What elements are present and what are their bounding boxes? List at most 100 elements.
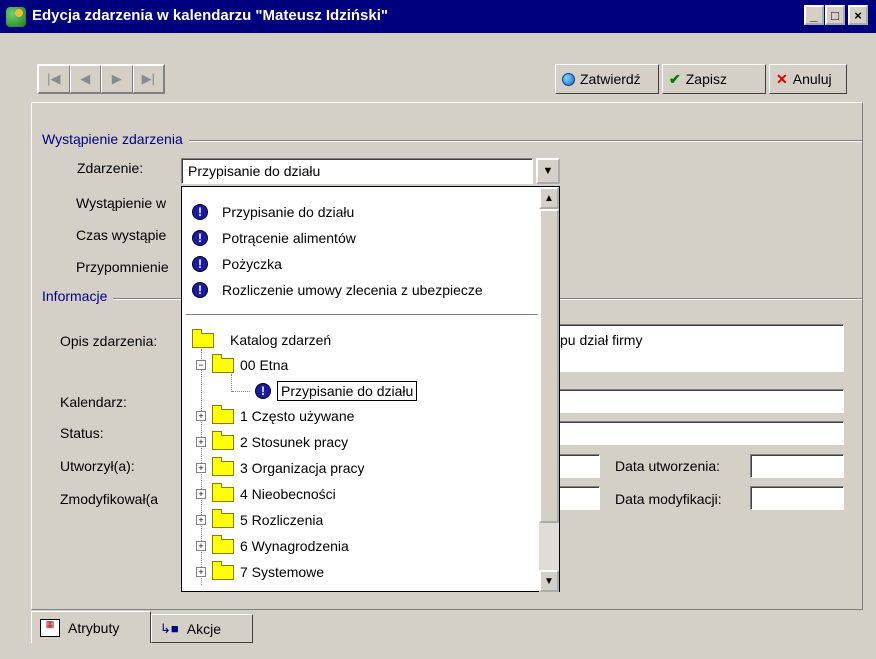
confirm-label: Zatwierdź [580,71,641,87]
list-item-label: Rozliczenie umowy zlecenia z ubezpiecze [222,282,483,298]
folder-open-icon [192,328,214,348]
tree-item-folder[interactable]: + 6 Wynagrodzenia [196,534,349,558]
modified-by-label: Zmodyfikował(a [60,491,159,507]
scroll-thumb[interactable] [539,209,559,523]
tree-item-folder[interactable]: + 1 Często używane [196,404,354,428]
tree-item-label: 5 Rozliczenia [240,512,324,528]
event-combo[interactable]: Przypisanie do działu [181,158,533,184]
tree-item-folder[interactable]: + 5 Rozliczenia [196,508,323,532]
list-item-label: Przypisanie do działu [222,204,355,220]
tab-attributes[interactable]: ▦ Atrybuty [31,611,151,643]
arrow-up-icon: ▲ [544,192,554,204]
close-button[interactable]: × [848,5,868,25]
event-icon: ! [255,383,271,399]
chevron-down-icon: ▼ [542,165,554,177]
tree-item-label: 3 Organizacja pracy [240,460,365,476]
tree-item-folder[interactable]: + 7 Systemowe [196,560,324,584]
actions-icon: ↳■ [160,620,179,636]
maximize-button[interactable]: □ [825,5,845,25]
expand-icon[interactable]: + [196,515,206,525]
tree-item-folder[interactable]: + 2 Stosunek pracy [196,430,348,454]
tree-item-label: 7 Systemowe [240,564,325,580]
tree-item-folder[interactable]: + 4 Nieobecności [196,482,336,506]
tree-item-label: 4 Nieobecności [240,486,336,502]
event-dropdown-list: ! Przypisanie do działu ! Potrącenie ali… [181,186,540,592]
list-item[interactable]: ! Pożyczka [192,253,282,275]
expand-icon[interactable]: + [196,411,206,421]
tree-item-label: Katalog zdarzeń [230,332,332,348]
arrow-down-icon: ▼ [544,575,554,587]
tree-item-label: 00 Etna [240,357,289,373]
expand-icon[interactable]: + [196,541,206,551]
cancel-button[interactable]: ✕ Anuluj [769,64,847,94]
status-field[interactable] [540,421,844,445]
previous-record-button[interactable]: ◀ [69,65,101,93]
save-button[interactable]: ✔ Zapisz [662,64,766,94]
confirm-button[interactable]: Zatwierdź [555,64,659,94]
scroll-down-button[interactable]: ▼ [539,570,559,592]
tree-item-catalog[interactable]: Katalog zdarzeń [192,328,331,352]
description-label: Opis zdarzenia: [60,333,158,349]
tree-connector [232,391,250,392]
cancel-label: Anuluj [792,71,832,87]
expand-icon[interactable]: + [196,489,206,499]
folder-icon [212,508,234,528]
checkmark-icon: ✔ [669,70,681,87]
list-separator [186,314,538,315]
tree-item-selected[interactable]: ! Przypisanie do działu [255,379,418,403]
expand-icon[interactable]: + [196,463,206,473]
event-label: Zdarzenie: [77,160,144,176]
info-section-title: Informacje [42,288,114,304]
window-title: Edycja zdarzenia w kalendarzu "Mateusz I… [32,7,389,24]
tree-item-label: 1 Często używane [240,408,355,424]
next-record-button[interactable]: ▶ [101,65,133,93]
created-date-field[interactable] [750,454,844,478]
event-icon: ! [192,204,208,220]
last-record-button[interactable]: ▶| [132,65,164,93]
list-item-label: Potrącenie alimentów [222,230,356,246]
folder-icon [212,534,234,554]
tab-actions[interactable]: ↳■ Akcje [151,614,253,643]
title-bar[interactable]: Edycja zdarzenia w kalendarzu "Mateusz I… [0,0,876,33]
list-item[interactable]: ! Rozliczenie umowy zlecenia z ubezpiecz… [192,279,483,301]
dropdown-scrollbar[interactable]: ▲ ▼ [539,186,560,592]
app-icon [6,7,26,27]
folder-icon [212,456,234,476]
collapse-icon[interactable]: − [196,360,206,370]
folder-open-icon [212,353,234,373]
description-value: ypu dział firmy [553,332,643,348]
event-icon: ! [192,256,208,272]
folder-icon [212,430,234,450]
event-combo-dropdown-button[interactable]: ▼ [536,158,560,184]
modified-date-label: Data modyfikacji: [615,491,722,507]
tree-item-folder[interactable]: − 00 Etna [196,353,288,377]
calendar-label: Kalendarz: [60,394,127,410]
description-field[interactable]: ypu dział firmy [540,324,844,372]
reminder-label: Przypomnienie [76,259,169,275]
folder-icon [212,404,234,424]
cross-icon: ✕ [776,70,788,87]
tree-item-folder[interactable]: + 3 Organizacja pracy [196,456,365,480]
calendar-field[interactable] [540,389,844,413]
expand-icon[interactable]: + [196,567,206,577]
list-item[interactable]: ! Przypisanie do działu [192,201,354,223]
tab-label: Atrybuty [68,619,120,636]
first-record-button[interactable]: |◀ [38,65,70,93]
created-by-label: Utworzył(a): [60,458,135,474]
folder-icon [212,560,234,580]
tree-item-label: 6 Wynagrodzenia [240,538,349,554]
scroll-up-button[interactable]: ▲ [539,187,559,209]
record-navigator: |◀ ◀ ▶ ▶| [37,64,165,94]
modified-date-field[interactable] [750,486,844,510]
list-item[interactable]: ! Potrącenie alimentów [192,227,356,249]
tree-item-label: Przypisanie do działu [277,381,418,401]
event-icon: ! [192,282,208,298]
status-label: Status: [60,425,104,441]
time-label: Czas wystąpie [76,227,167,243]
list-item-label: Pożyczka [222,256,282,272]
minimize-button[interactable]: _ [804,5,824,25]
tab-label: Akcje [186,620,221,637]
confirm-icon [562,72,575,86]
expand-icon[interactable]: + [196,437,206,447]
attributes-icon: ▦ [40,618,60,637]
